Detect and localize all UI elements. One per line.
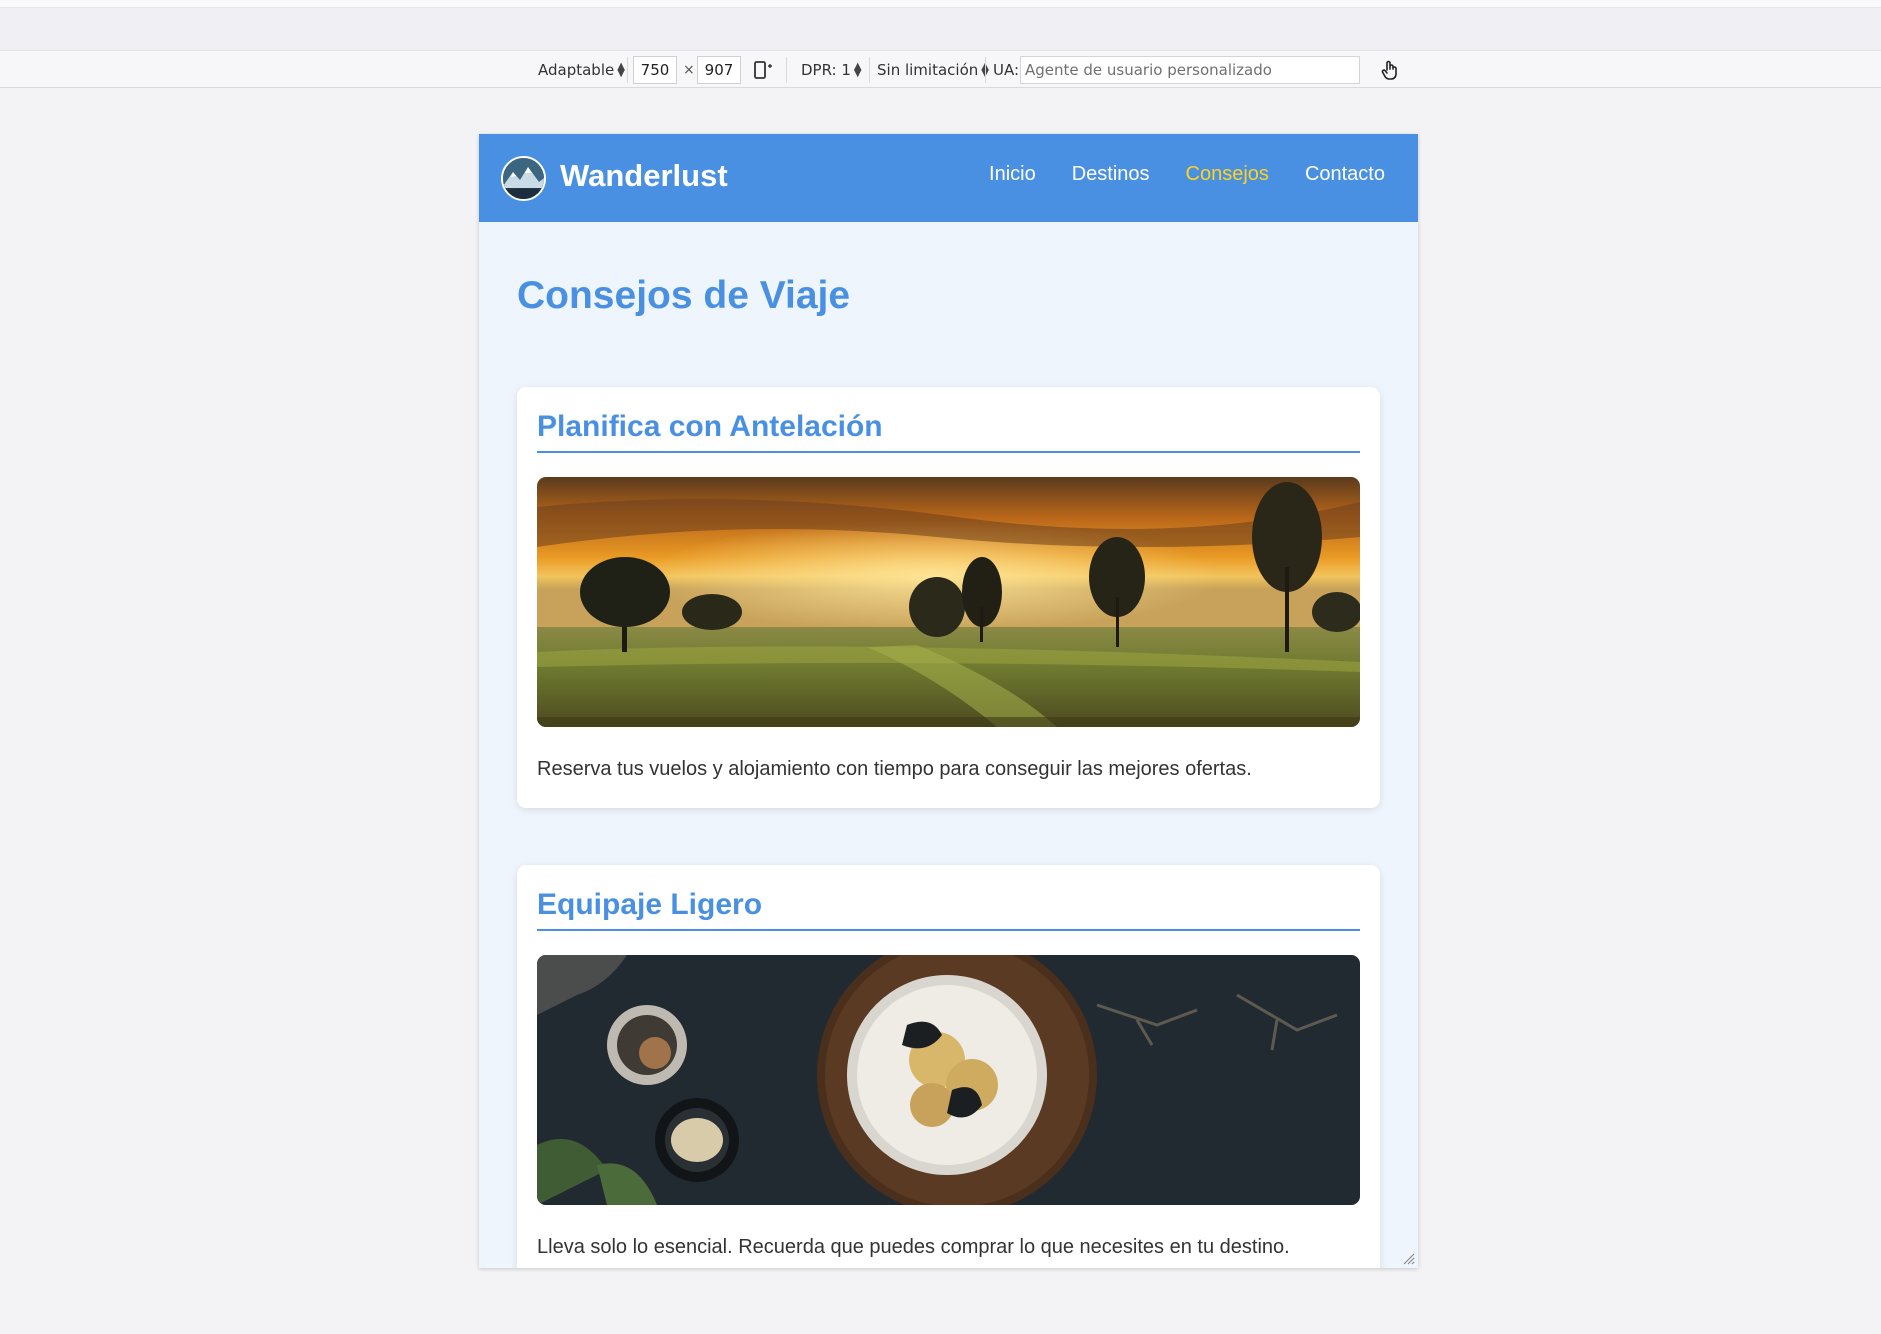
dpr-label: DPR: 1 (801, 60, 851, 79)
nav-link-destinos[interactable]: Destinos (1072, 162, 1150, 186)
tip-card-text: Lleva solo lo esencial. Recuerda que pue… (537, 1236, 1290, 1258)
tip-card: Equipaje Ligero Lleva solo lo esencial. … (517, 865, 1380, 1268)
main-nav: Inicio Destinos Consejos Contacto (953, 162, 1385, 186)
height-value: 907 (704, 60, 734, 79)
touch-toggle-button[interactable] (1379, 51, 1401, 88)
tip-card-text: Reserva tus vuelos y alojamiento con tie… (537, 758, 1252, 780)
browser-top-strip (0, 0, 1881, 8)
device-mode-select[interactable]: Adaptable ▲ ▼ (538, 51, 625, 88)
nav-link-inicio[interactable]: Inicio (989, 162, 1036, 186)
page-title: Consejos de Viaje (517, 274, 851, 317)
select-arrows-icon: ▲▼ (853, 60, 862, 79)
toolbar-divider (627, 57, 628, 83)
device-mode-label: Adaptable (538, 60, 615, 79)
select-arrows-icon: ▲▼ (617, 60, 625, 79)
throttle-label: Sin limitación (877, 60, 979, 79)
nav-link-contacto[interactable]: Contacto (1305, 162, 1385, 186)
width-input[interactable]: 750 (633, 55, 677, 84)
dpr-select[interactable]: DPR: 1 ▲ ▼ (801, 51, 862, 88)
tip-card-heading: Equipaje Ligero (537, 887, 1360, 931)
height-input[interactable]: 907 (697, 55, 741, 84)
throttle-select[interactable]: Sin limitación ▲▼ (877, 51, 989, 88)
dessert-image (537, 955, 1360, 1205)
site-header: Wanderlust Inicio Destinos Consejos Cont… (479, 134, 1418, 222)
ua-input[interactable] (1020, 55, 1360, 84)
ua-label: UA: (993, 60, 1020, 79)
sunset-field-image (537, 477, 1360, 727)
dimension-separator: × (683, 61, 695, 78)
tip-card-heading: Planifica con Antelación (537, 409, 1360, 453)
browser-tab-strip (0, 8, 1881, 50)
emulated-viewport: Wanderlust Inicio Destinos Consejos Cont… (479, 134, 1418, 1268)
rotate-device-button[interactable] (752, 51, 774, 88)
width-value: 750 (640, 60, 670, 79)
toolbar-divider (985, 57, 986, 83)
resize-grip-icon[interactable] (1401, 1251, 1415, 1265)
dessert-table-photo (537, 955, 1360, 1205)
brand-name[interactable]: Wanderlust (560, 158, 728, 194)
toolbar-divider (869, 57, 870, 83)
touch-hand-icon (1381, 60, 1397, 80)
nav-link-consejos[interactable]: Consejos (1186, 162, 1269, 186)
toolbar-divider (786, 57, 787, 83)
device-toolbar: Adaptable ▲ ▼ 750 × 907 DPR: 1 ▲ ▼ Sin lim… (0, 50, 1881, 88)
site-logo[interactable] (501, 156, 546, 201)
mountain-logo-icon (503, 158, 544, 199)
tip-card: Planifica con Antelación Reserva tus vue… (517, 387, 1380, 808)
rotate-icon (754, 60, 772, 79)
sunset-countryside-photo (537, 477, 1360, 727)
